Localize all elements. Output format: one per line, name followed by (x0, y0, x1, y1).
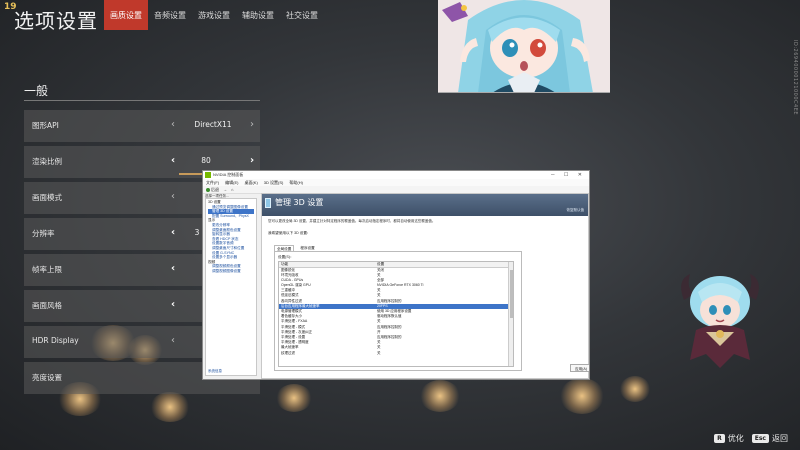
setting-label: 图形API (32, 121, 59, 130)
bokeh-light (620, 376, 650, 402)
back-hint[interactable]: Esc 返回 (751, 433, 788, 444)
tab-game[interactable]: 游戏设置 (192, 0, 236, 30)
back-button[interactable]: 后退 (206, 186, 219, 194)
scrollbar-thumb[interactable] (510, 270, 513, 318)
settings-frame: 设置(S)： 功能 设置 图像锐化 关闭 环境光吸收关 CUDA - GPUs 全部 Op… (274, 251, 522, 371)
chevron-left-icon[interactable]: ‹ (171, 119, 175, 130)
chevron-left-icon[interactable]: ‹ (171, 299, 175, 310)
tree-item[interactable]: 调整视频图像设置 (208, 269, 254, 274)
chevron-left-icon[interactable]: ‹ (171, 335, 175, 346)
restore-defaults-link[interactable]: 恢复默认值 (567, 208, 585, 213)
tab-accessibility[interactable]: 辅助设置 (236, 0, 280, 30)
system-info-link[interactable]: 系统信息 (208, 369, 222, 374)
apply-button[interactable]: 应用(A) (570, 364, 589, 372)
home-icon[interactable]: ⌂ (231, 186, 233, 194)
menu-desktop[interactable]: 桌面(K) (244, 179, 257, 186)
column-header-setting[interactable]: 设置 (375, 262, 505, 267)
setting-label: HDR Display (32, 336, 79, 345)
chevron-right-icon[interactable]: › (250, 155, 254, 166)
bokeh-light (420, 380, 460, 412)
key-badge: R (714, 434, 725, 443)
page-title: 选项设置 (14, 9, 98, 33)
anime-girl-illustration (438, 0, 610, 92)
chevron-left-icon[interactable]: ‹ (171, 227, 175, 238)
tab-social[interactable]: 社交设置 (280, 0, 324, 30)
content-header: 管理 3D 设置 恢复默认值 (262, 194, 588, 216)
chibi-character-overlay (676, 270, 764, 370)
window-controls[interactable]: ─ ☐ ✕ (551, 171, 586, 179)
hint-label: 返回 (772, 434, 788, 443)
bottom-hints: R 优化 Esc 返回 (714, 433, 788, 444)
section-divider (24, 100, 260, 101)
setting-value: 80 (201, 156, 211, 165)
optimize-hint[interactable]: R 优化 (714, 433, 744, 444)
task-tree: 3D 设置 通过预览调整图像设置 管理 3D 设置 配置 Surround、Ph… (205, 198, 257, 376)
settings-table: 功能 设置 图像锐化 关闭 环境光吸收关 CUDA - GPUs 全部 OpenGL 渲染… (278, 261, 514, 367)
description-text: 您可以更改全局 3D 设置，并建立针对特定程序的覆盖值。每次启动指定程序时，都将… (268, 219, 436, 223)
feature-cell: 纹理过滤 (281, 350, 295, 355)
chibi-character-illustration (681, 274, 759, 368)
hint-label: 优化 (727, 434, 744, 443)
content-panel: 管理 3D 设置 恢复默认值 您可以更改全局 3D 设置，并建立针对特定程序的覆… (261, 193, 589, 379)
settings-prompt: 我希望使用以下 3D 设置： (268, 231, 311, 235)
content-title: 管理 3D 设置 (275, 198, 324, 207)
setting-row-graphics-api[interactable]: 图形API ‹ DirectX11 › (24, 110, 260, 142)
settings-caption: 设置(S)： (278, 255, 294, 259)
bokeh-light (276, 384, 312, 412)
table-scrollbar[interactable] (508, 262, 513, 366)
table-body: 图像锐化 关闭 环境光吸收关 CUDA - GPUs 全部 OpenGL 渲染 GPU NV… (279, 268, 513, 356)
back-arrow-icon (206, 187, 210, 192)
setting-value: DirectX11 (194, 120, 232, 129)
setting-label: 画面风格 (32, 301, 62, 310)
setting-label: 分辨率 (32, 229, 55, 238)
game-title: 19 选项设置 (4, 2, 104, 33)
setting-label: 渲染比例 (32, 157, 62, 166)
anime-avatar-overlay (438, 0, 610, 93)
setting-cell[interactable]: 关 (375, 351, 505, 356)
tab-graphics[interactable]: 画质设置 (104, 0, 148, 30)
section-title: 一般 (24, 84, 49, 98)
device-id-text: ID:26940000121000C4EE (792, 40, 798, 116)
setting-value: 3 (194, 228, 200, 237)
chevron-left-icon[interactable]: ‹ (171, 191, 175, 202)
table-row[interactable]: 纹理过滤 关 (279, 351, 513, 356)
window-title: NVIDIA 控制面板 (213, 172, 244, 177)
setting-label: 画面模式 (32, 193, 62, 202)
chevron-right-icon[interactable]: › (250, 119, 254, 130)
back-label: 后退 (211, 186, 219, 192)
bokeh-light (560, 378, 604, 414)
column-header-feature[interactable]: 功能 (279, 262, 375, 267)
menu-3d-settings[interactable]: 3D 设置(S) (264, 179, 284, 186)
3d-settings-icon (265, 198, 271, 208)
key-badge: Esc (751, 434, 769, 443)
menubar: 文件(F) 编辑(E) 桌面(K) 3D 设置(S) 帮助(H) (203, 179, 589, 186)
nvidia-control-panel-window[interactable]: NVIDIA 控制面板 ─ ☐ ✕ 文件(F) 编辑(E) 桌面(K) 3D 设… (202, 170, 590, 380)
settings-tabbar: 画质设置 音频设置 游戏设置 辅助设置 社交设置 (104, 0, 324, 30)
forward-arrow-icon[interactable]: → (223, 186, 227, 194)
setting-label: 帧率上限 (32, 265, 62, 274)
bokeh-light (150, 392, 190, 422)
setting-label: 亮度设置 (32, 373, 62, 382)
menu-help[interactable]: 帮助(H) (289, 179, 303, 186)
window-titlebar[interactable]: NVIDIA 控制面板 ─ ☐ ✕ (203, 171, 589, 179)
nvidia-logo-icon (205, 172, 211, 178)
tab-audio[interactable]: 音频设置 (148, 0, 192, 30)
chevron-left-icon[interactable]: ‹ (171, 263, 175, 274)
